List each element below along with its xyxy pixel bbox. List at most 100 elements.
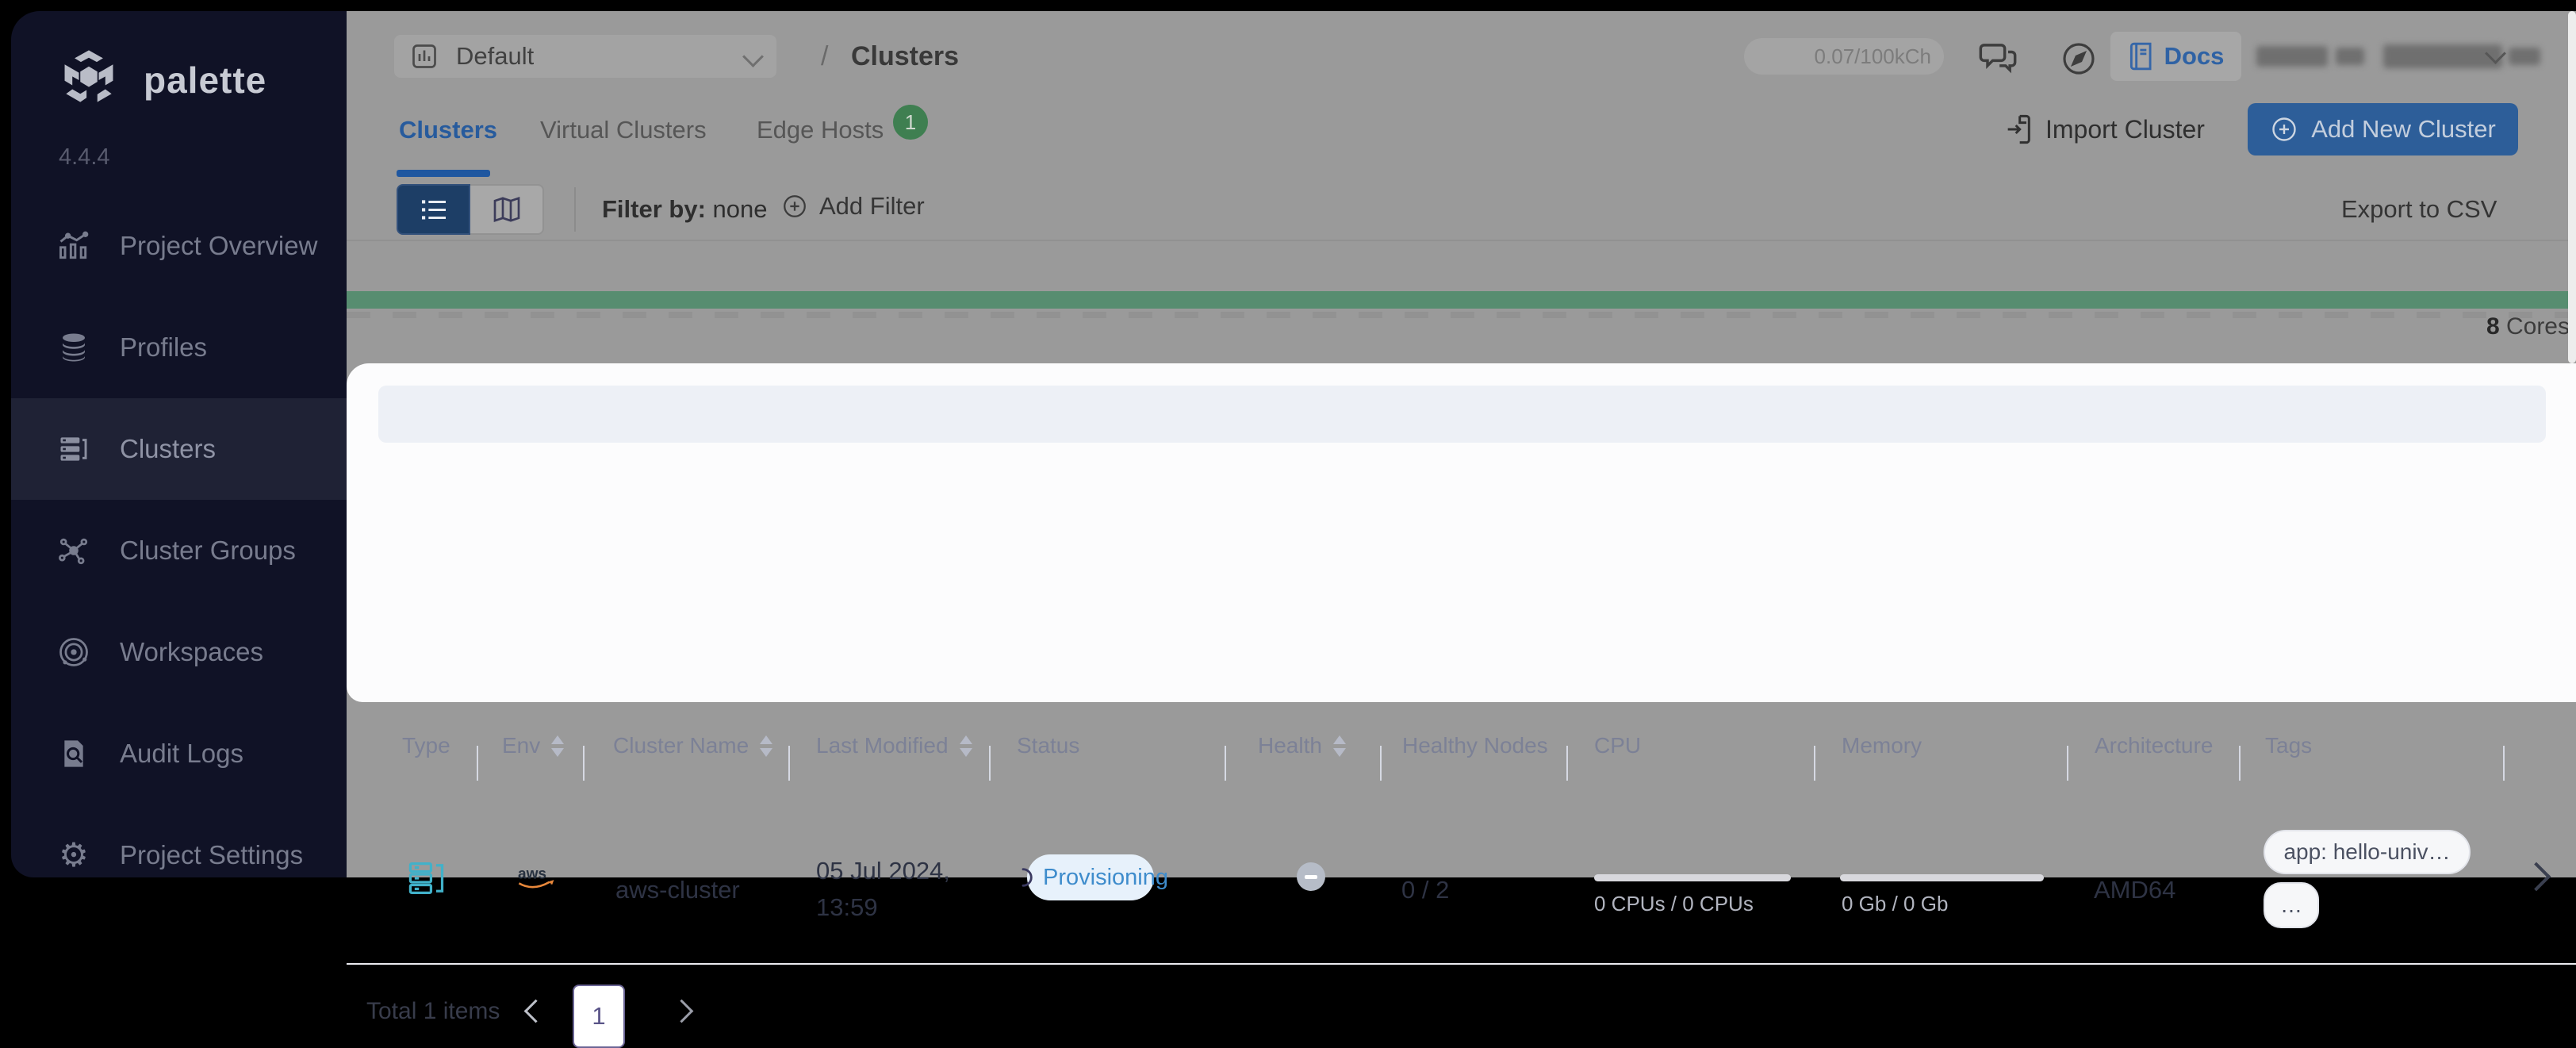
breadcrumb-separator: /: [821, 41, 829, 71]
project-icon: [410, 42, 439, 71]
cluster-type-icon: [406, 858, 447, 899]
import-cluster-button[interactable]: Import Cluster: [2004, 103, 2205, 155]
pagination-total: Total 1 items: [366, 998, 500, 1024]
architecture-value: AMD64: [2094, 876, 2176, 904]
table-header-row: [378, 386, 2546, 443]
sidebar-item-label: Project Overview: [120, 231, 318, 260]
sidebar-item-label: Clusters: [120, 434, 217, 463]
tab-edge-hosts[interactable]: Edge Hosts: [757, 116, 884, 144]
col-header-env[interactable]: Env: [502, 733, 565, 758]
sidebar-item-audit-logs[interactable]: Audit Logs: [11, 703, 347, 804]
breadcrumb: Clusters: [851, 41, 960, 71]
memory-usage-label: 0 Gb / 0 Gb: [1842, 892, 1949, 916]
sidebar-item-label: Profiles: [120, 332, 208, 362]
pagination-page-1[interactable]: 1: [573, 985, 625, 1048]
col-header-tags: Tags: [2265, 733, 2313, 758]
memory-usage-bar: [1840, 874, 2044, 881]
sort-icon[interactable]: [959, 735, 972, 757]
col-header-health[interactable]: Health: [1258, 733, 1346, 758]
sort-icon[interactable]: [551, 735, 565, 757]
add-filter-button[interactable]: Add Filter: [781, 192, 925, 221]
table-footer-divider: [347, 963, 2576, 965]
project-selector-dropdown[interactable]: Default: [394, 35, 776, 78]
health-unknown-icon: [1297, 862, 1325, 891]
col-header-healthy-nodes: Healthy Nodes: [1402, 733, 1548, 758]
cpu-usage-label: 0 CPUs / 0 CPUs: [1594, 892, 1754, 916]
import-cluster-label: Import Cluster: [2045, 114, 2205, 144]
plus-circle-icon: [2270, 115, 2298, 144]
sort-icon[interactable]: [1332, 735, 1346, 757]
clusters-icon: [56, 432, 91, 466]
healthy-nodes-value: 0 / 2: [1401, 876, 1450, 904]
app-version: 4.4.4: [59, 144, 110, 170]
project-selector-value: Default: [456, 42, 535, 70]
cores-usage-bar: [347, 291, 2570, 309]
export-to-csv-button[interactable]: Export to CSV: [2341, 195, 2497, 224]
docs-book-icon: [2128, 41, 2155, 71]
edge-hosts-count-badge: 1: [893, 105, 928, 140]
filter-by-value: none: [712, 195, 768, 223]
add-new-cluster-label: Add New Cluster: [2311, 115, 2496, 143]
clusters-table-card: Type Env Cluster Name Last Modified Stat…: [347, 363, 2576, 1048]
scrollbar[interactable]: [2568, 11, 2576, 363]
pagination-next-icon[interactable]: [669, 999, 694, 1023]
sidebar-item-label: Project Settings: [120, 840, 304, 869]
main-content: Default / Clusters 0.07/100kCh Docs Clus…: [347, 11, 2576, 1048]
map-view-toggle[interactable]: [470, 184, 544, 235]
last-modified-line2: 13:59: [816, 893, 878, 921]
cores-usage-ticks: [347, 312, 2570, 318]
audit-logs-icon: [56, 736, 91, 771]
status-label: Provisioning: [1043, 864, 1168, 890]
tag-more-pill[interactable]: …: [2264, 882, 2319, 928]
import-icon: [2004, 113, 2033, 145]
compass-icon[interactable]: [2060, 40, 2098, 78]
sidebar-item-cluster-groups[interactable]: Cluster Groups: [11, 500, 347, 601]
aws-env-icon: aws: [516, 863, 555, 892]
sidebar-item-label: Audit Logs: [120, 739, 243, 768]
sidebar-item-project-overview[interactable]: Project Overview: [11, 195, 347, 297]
filter-separator: [574, 187, 576, 232]
sidebar-item-workspaces[interactable]: Workspaces: [11, 601, 347, 703]
sidebar-item-profiles[interactable]: Profiles: [11, 297, 347, 398]
sidebar-item-label: Cluster Groups: [120, 536, 296, 565]
status-badge: Provisioning: [1022, 854, 1168, 900]
palette-logo-icon: [55, 46, 123, 114]
profiles-icon: [56, 330, 91, 365]
col-header-type: Type: [402, 733, 450, 758]
col-header-cluster-name[interactable]: Cluster Name: [613, 733, 773, 758]
pagination-prev-icon[interactable]: [523, 999, 548, 1023]
brand-name: palette: [144, 60, 267, 101]
last-modified-line1: 05 Jul 2024,: [816, 857, 950, 885]
sidebar-item-project-settings[interactable]: ⚙ Project Settings: [11, 804, 347, 906]
row-chevron-right-icon[interactable]: [2521, 862, 2551, 892]
cpu-usage-bar: [1594, 874, 1791, 881]
col-header-last-modified[interactable]: Last Modified: [816, 733, 972, 758]
brand-logo: palette: [55, 46, 266, 114]
cores-total-value: 8: [2486, 313, 2500, 340]
col-header-memory: Memory: [1842, 733, 1922, 758]
tag-pill[interactable]: app: hello-univ…: [2264, 830, 2471, 874]
active-tab-underline: [397, 170, 490, 177]
col-header-architecture: Architecture: [2095, 733, 2214, 758]
tab-virtual-clusters[interactable]: Virtual Clusters: [540, 116, 707, 144]
add-filter-label: Add Filter: [819, 192, 925, 220]
add-new-cluster-button[interactable]: Add New Cluster: [2248, 103, 2518, 155]
sort-icon[interactable]: [760, 735, 773, 757]
cluster-name[interactable]: aws-cluster: [615, 876, 740, 904]
list-icon: [421, 200, 446, 220]
chat-icon[interactable]: [1977, 36, 2018, 78]
gear-icon: ⚙: [59, 835, 89, 874]
sidebar-item-label: Workspaces: [120, 637, 263, 666]
list-view-toggle[interactable]: [397, 184, 470, 235]
filter-row-divider: [347, 240, 2576, 241]
plus-circle-icon: [781, 193, 808, 220]
sidebar-item-clusters[interactable]: Clusters: [11, 398, 347, 500]
col-header-status: Status: [1017, 733, 1080, 758]
tab-clusters[interactable]: Clusters: [399, 116, 497, 144]
project-overview-icon: [56, 228, 91, 263]
map-icon: [493, 196, 519, 223]
chevron-down-icon: [742, 45, 764, 67]
cores-total-label: 8 Cores: [2486, 313, 2570, 340]
workspaces-icon: [56, 635, 91, 670]
docs-button[interactable]: Docs: [2110, 32, 2241, 81]
